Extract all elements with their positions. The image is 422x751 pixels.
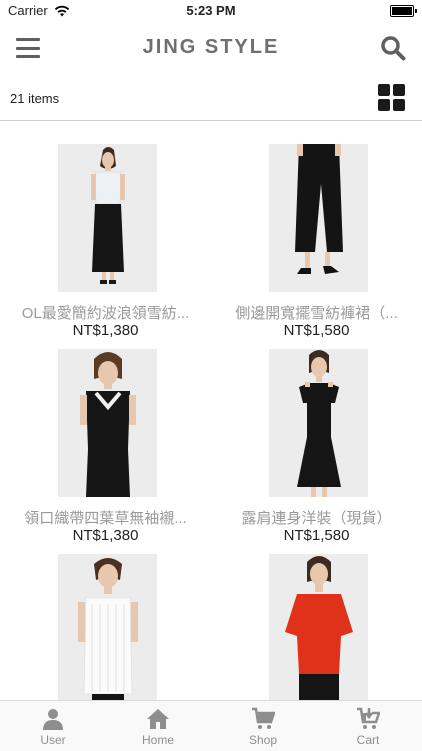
product-image (269, 144, 368, 292)
product-image (269, 349, 368, 497)
tab-cart[interactable]: Cart (333, 707, 403, 747)
product-image (58, 554, 157, 700)
cart-download-icon (357, 707, 380, 729)
product-price: NT$1,580 (283, 322, 350, 339)
product-card[interactable]: 側邊開寬擺雪紡褲裙（... NT$1,580 (211, 144, 422, 344)
product-name: 領口織帶四葉草無袖襯... (24, 510, 187, 527)
page-title: JING STYLE (142, 36, 280, 58)
search-icon[interactable] (380, 35, 406, 61)
product-name: 露肩連身洋裝（現貨） (241, 510, 392, 527)
item-count: 21 items (10, 91, 60, 106)
tab-user[interactable]: User (18, 707, 88, 747)
product-card[interactable]: 露肩連身洋裝（現貨） NT$1,580 (211, 349, 422, 549)
cart-icon (252, 707, 275, 729)
navigation-bar: JING STYLE (0, 22, 422, 74)
product-name: OL最愛簡約波浪領雪紡... (21, 305, 190, 322)
product-image (58, 349, 157, 497)
user-icon (43, 709, 63, 730)
product-price: NT$1,380 (72, 527, 139, 544)
product-price: NT$1,380 (72, 322, 139, 339)
product-price: NT$1,580 (283, 527, 350, 544)
product-card[interactable] (211, 554, 422, 700)
grid-view-icon[interactable] (378, 84, 406, 112)
tab-home[interactable]: Home (123, 707, 193, 747)
product-card[interactable]: OL最愛簡約波浪領雪紡... NT$1,380 (0, 144, 211, 344)
status-time: 5:23 PM (186, 3, 236, 18)
product-image (58, 144, 157, 292)
tab-label: Shop (248, 733, 278, 747)
tab-shop[interactable]: Shop (228, 707, 298, 747)
tab-label: Cart (356, 733, 380, 747)
product-name: 側邊開寬擺雪紡褲裙（... (235, 305, 398, 322)
product-card[interactable]: 領口織帶四葉草無袖襯... NT$1,380 (0, 349, 211, 549)
product-image (269, 554, 368, 700)
battery-icon (390, 5, 417, 17)
tab-bar: User Home Shop Cart (0, 700, 422, 751)
status-bar: Carrier 5:23 PM (0, 0, 422, 22)
tab-label: User (40, 733, 66, 747)
product-grid: OL最愛簡約波浪領雪紡... NT$1,380 側邊開寬擺雪紡褲裙（... NT… (0, 144, 422, 700)
product-card[interactable] (0, 554, 211, 700)
home-icon (147, 709, 169, 729)
list-info-bar: 21 items (0, 78, 422, 121)
tab-label: Home (141, 733, 174, 747)
